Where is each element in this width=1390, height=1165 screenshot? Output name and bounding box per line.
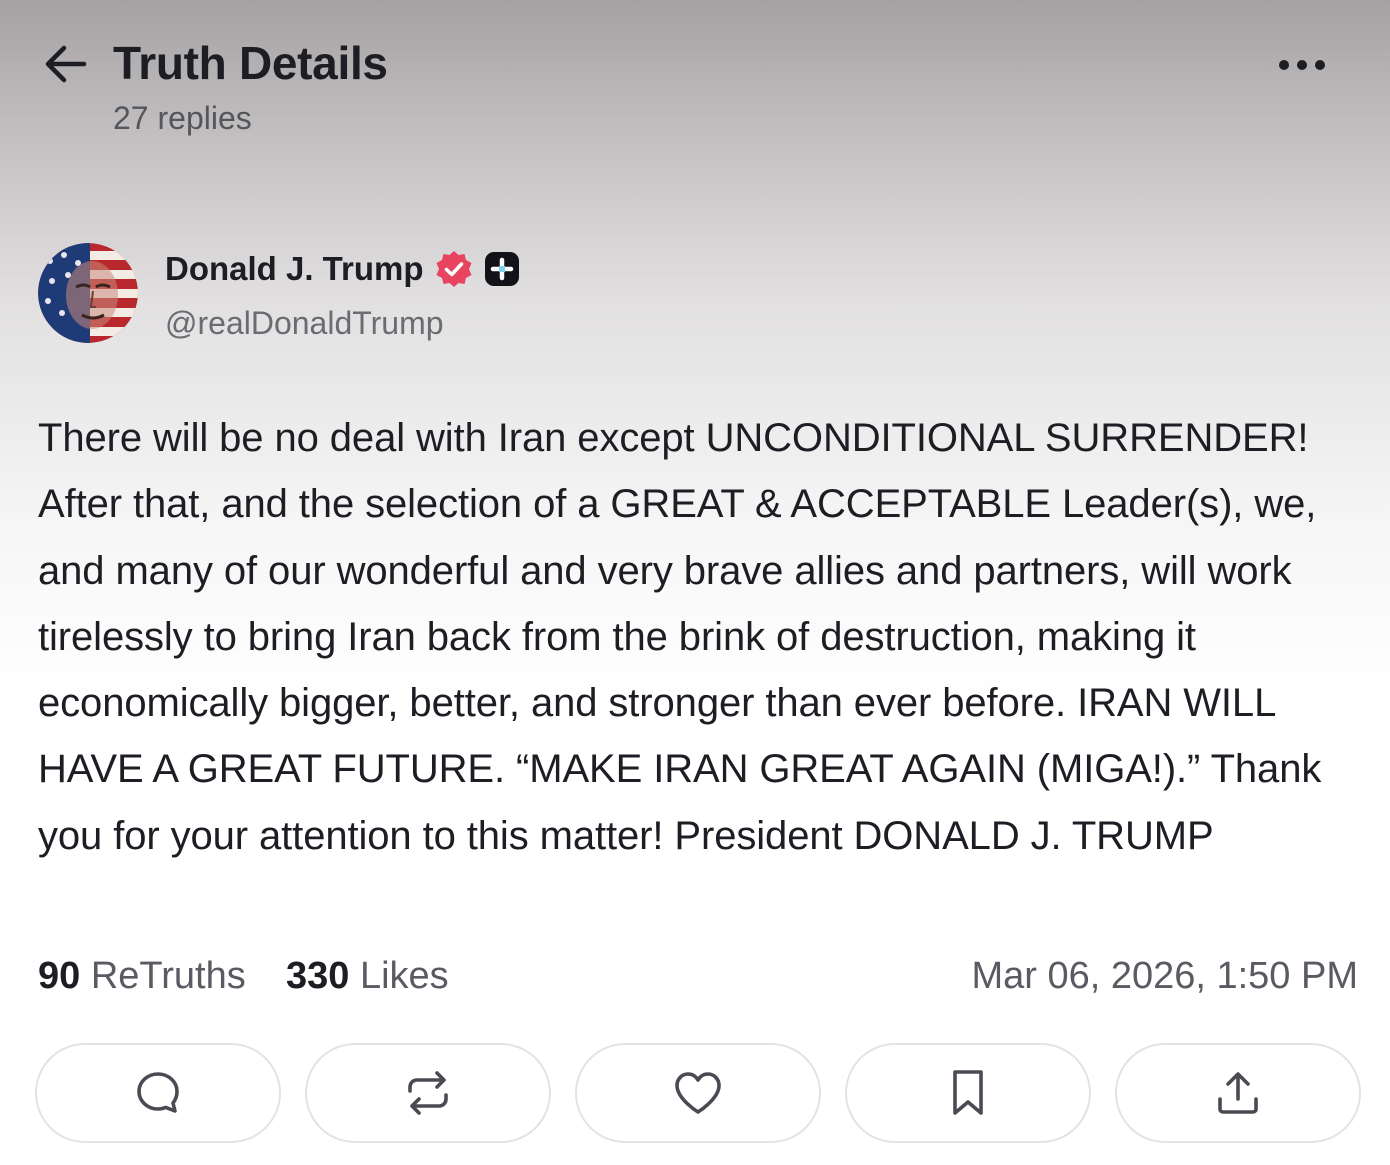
like-button[interactable] <box>575 1043 821 1143</box>
display-name-row: Donald J. Trump <box>165 249 520 289</box>
likes-stat[interactable]: 330 Likes <box>286 955 449 998</box>
likes-count: 330 <box>286 955 350 997</box>
header: Truth Details 27 replies <box>0 0 1390 160</box>
retruth-arrows-icon <box>404 1069 452 1117</box>
retruth-button[interactable] <box>305 1043 551 1143</box>
retruths-stat[interactable]: 90 ReTruths <box>38 955 246 998</box>
share-button[interactable] <box>1115 1043 1361 1143</box>
share-upload-icon <box>1214 1069 1262 1117</box>
reply-bubble-icon <box>134 1069 182 1117</box>
post-stats: 90 ReTruths 330 Likes Mar 06, 2026, 1:50… <box>38 955 1358 1009</box>
heart-icon <box>673 1070 723 1116</box>
retruths-label: ReTruths <box>90 955 246 997</box>
avatar[interactable] <box>38 243 138 343</box>
author-block: Donald J. Trump @realDonaldTrump <box>38 243 738 343</box>
arrow-left-icon <box>44 44 88 84</box>
user-handle[interactable]: @realDonaldTrump <box>165 305 444 342</box>
reply-button[interactable] <box>35 1043 281 1143</box>
reply-count: 27 replies <box>113 100 252 136</box>
plus-badge-icon <box>484 251 520 287</box>
bookmark-button[interactable] <box>845 1043 1091 1143</box>
display-name[interactable]: Donald J. Trump <box>165 250 424 288</box>
action-bar <box>35 1043 1365 1147</box>
more-horizontal-icon <box>1278 59 1326 71</box>
page-title: Truth Details <box>113 37 388 89</box>
retruths-count: 90 <box>38 955 81 997</box>
post-timestamp: Mar 06, 2026, 1:50 PM <box>971 955 1358 997</box>
likes-label: Likes <box>359 955 449 997</box>
bookmark-icon <box>948 1068 988 1118</box>
post-text: There will be no deal with Iran except U… <box>38 416 1333 858</box>
back-button[interactable] <box>40 38 92 90</box>
more-options-button[interactable] <box>1272 42 1332 88</box>
verified-badge-icon <box>434 249 474 289</box>
